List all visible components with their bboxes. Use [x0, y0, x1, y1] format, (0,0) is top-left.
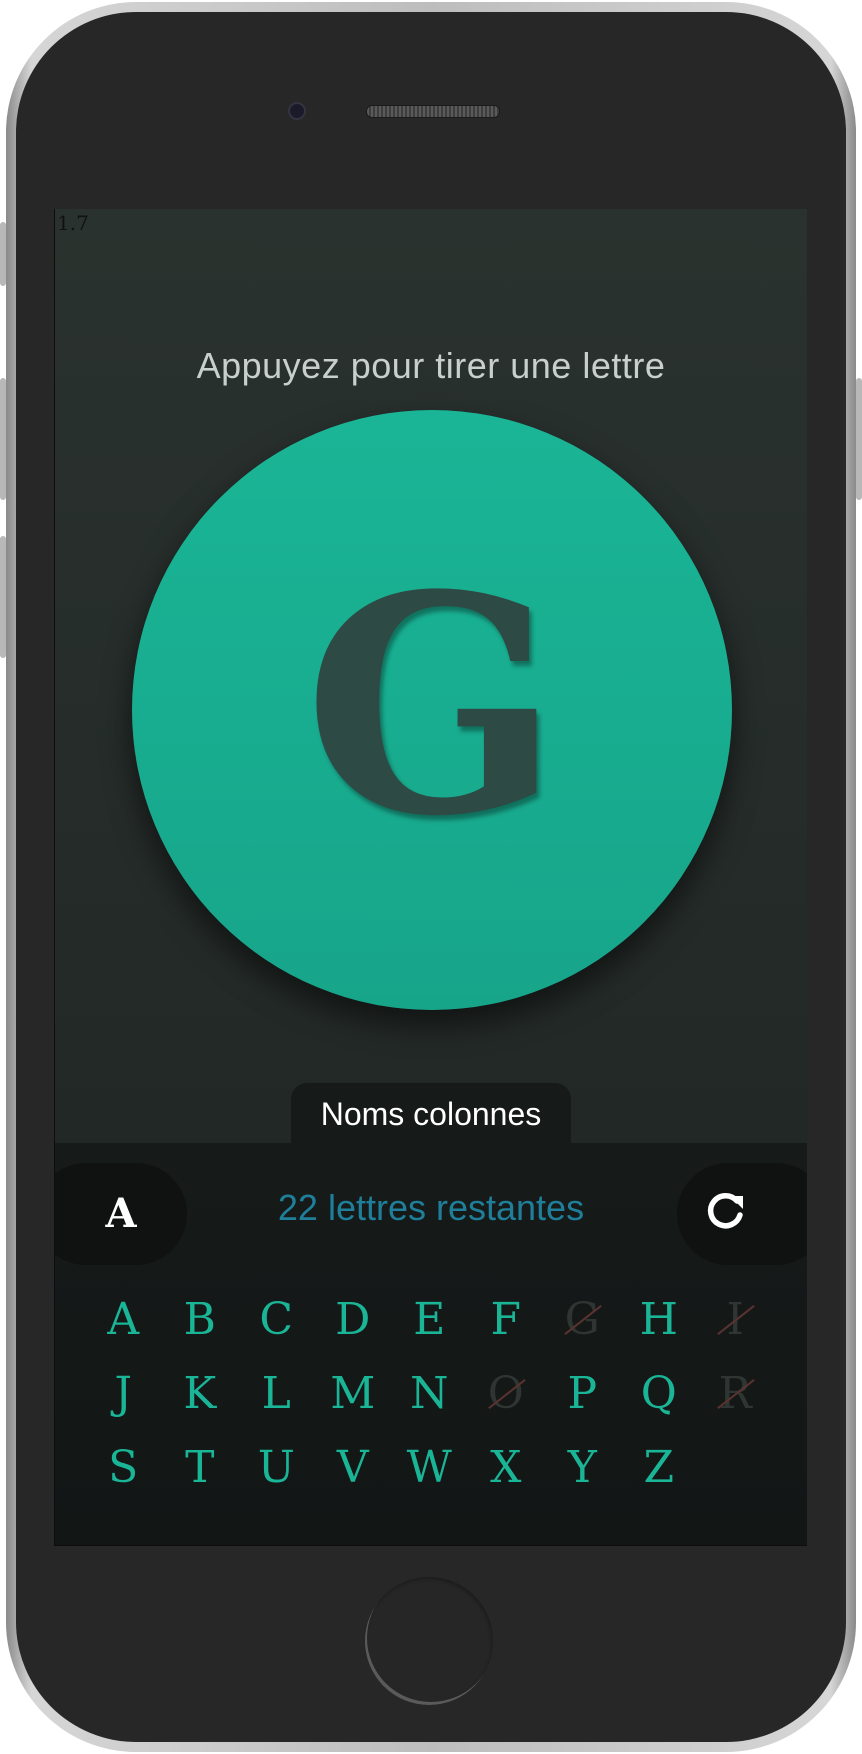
volume-up-button: [0, 378, 6, 500]
letter-c[interactable]: C: [238, 1283, 315, 1357]
refresh-icon: [703, 1190, 747, 1238]
bottom-panel: A 22 lettres restantes ABCDEFGHIJKLMNOPQ…: [55, 1143, 807, 1545]
letter-p[interactable]: P: [544, 1357, 621, 1431]
home-button[interactable]: [365, 1577, 493, 1705]
letter-o-used[interactable]: O: [468, 1357, 545, 1431]
letter-m[interactable]: M: [315, 1357, 392, 1431]
category-tab[interactable]: Noms colonnes: [291, 1083, 571, 1145]
letter-n[interactable]: N: [391, 1357, 468, 1431]
letter-l[interactable]: L: [238, 1357, 315, 1431]
letter-r-used[interactable]: R: [697, 1357, 774, 1431]
letter-h[interactable]: H: [621, 1283, 698, 1357]
letter-row: JKLMNOPQR: [85, 1357, 785, 1431]
letter-grid: ABCDEFGHIJKLMNOPQRSTUVWXYZ: [85, 1283, 785, 1505]
letter-z[interactable]: Z: [621, 1431, 698, 1505]
version-label: 1.7: [57, 211, 89, 235]
letter-mode-button[interactable]: A: [55, 1163, 187, 1265]
letter-w[interactable]: W: [391, 1431, 468, 1505]
letter-j[interactable]: J: [85, 1357, 162, 1431]
letter-e[interactable]: E: [391, 1283, 468, 1357]
draw-prompt: Appuyez pour tirer une lettre: [196, 345, 666, 386]
letter-i-used[interactable]: I: [697, 1283, 774, 1357]
letter-y[interactable]: Y: [544, 1431, 621, 1505]
letter-s[interactable]: S: [85, 1431, 162, 1505]
draw-letter-button[interactable]: G: [132, 410, 732, 1010]
volume-down-button: [0, 536, 6, 658]
remaining-letters-count: 22 lettres restantes: [277, 1187, 585, 1228]
letter-x[interactable]: X: [468, 1431, 545, 1505]
app-screen: 1.7 Appuyez pour tirer une lettre G Noms…: [54, 209, 807, 1546]
letter-g-used[interactable]: G: [544, 1283, 621, 1357]
letter-a[interactable]: A: [85, 1283, 162, 1357]
power-button: [856, 378, 862, 500]
mute-switch: [0, 222, 6, 286]
letter-q[interactable]: Q: [621, 1357, 698, 1431]
letter-row: STUVWXYZ: [85, 1431, 785, 1505]
letter-row: ABCDEFGHI: [85, 1283, 785, 1357]
letter-b[interactable]: B: [162, 1283, 239, 1357]
letter-k[interactable]: K: [162, 1357, 239, 1431]
letter-f[interactable]: F: [468, 1283, 545, 1357]
letter-v[interactable]: V: [315, 1431, 392, 1505]
letter-t[interactable]: T: [162, 1431, 239, 1505]
reset-button[interactable]: [677, 1163, 807, 1265]
current-letter: G: [303, 529, 561, 882]
letter-d[interactable]: D: [315, 1283, 392, 1357]
letter-u[interactable]: U: [238, 1431, 315, 1505]
camera-icon: [288, 102, 306, 120]
speaker-grille: [366, 105, 500, 118]
